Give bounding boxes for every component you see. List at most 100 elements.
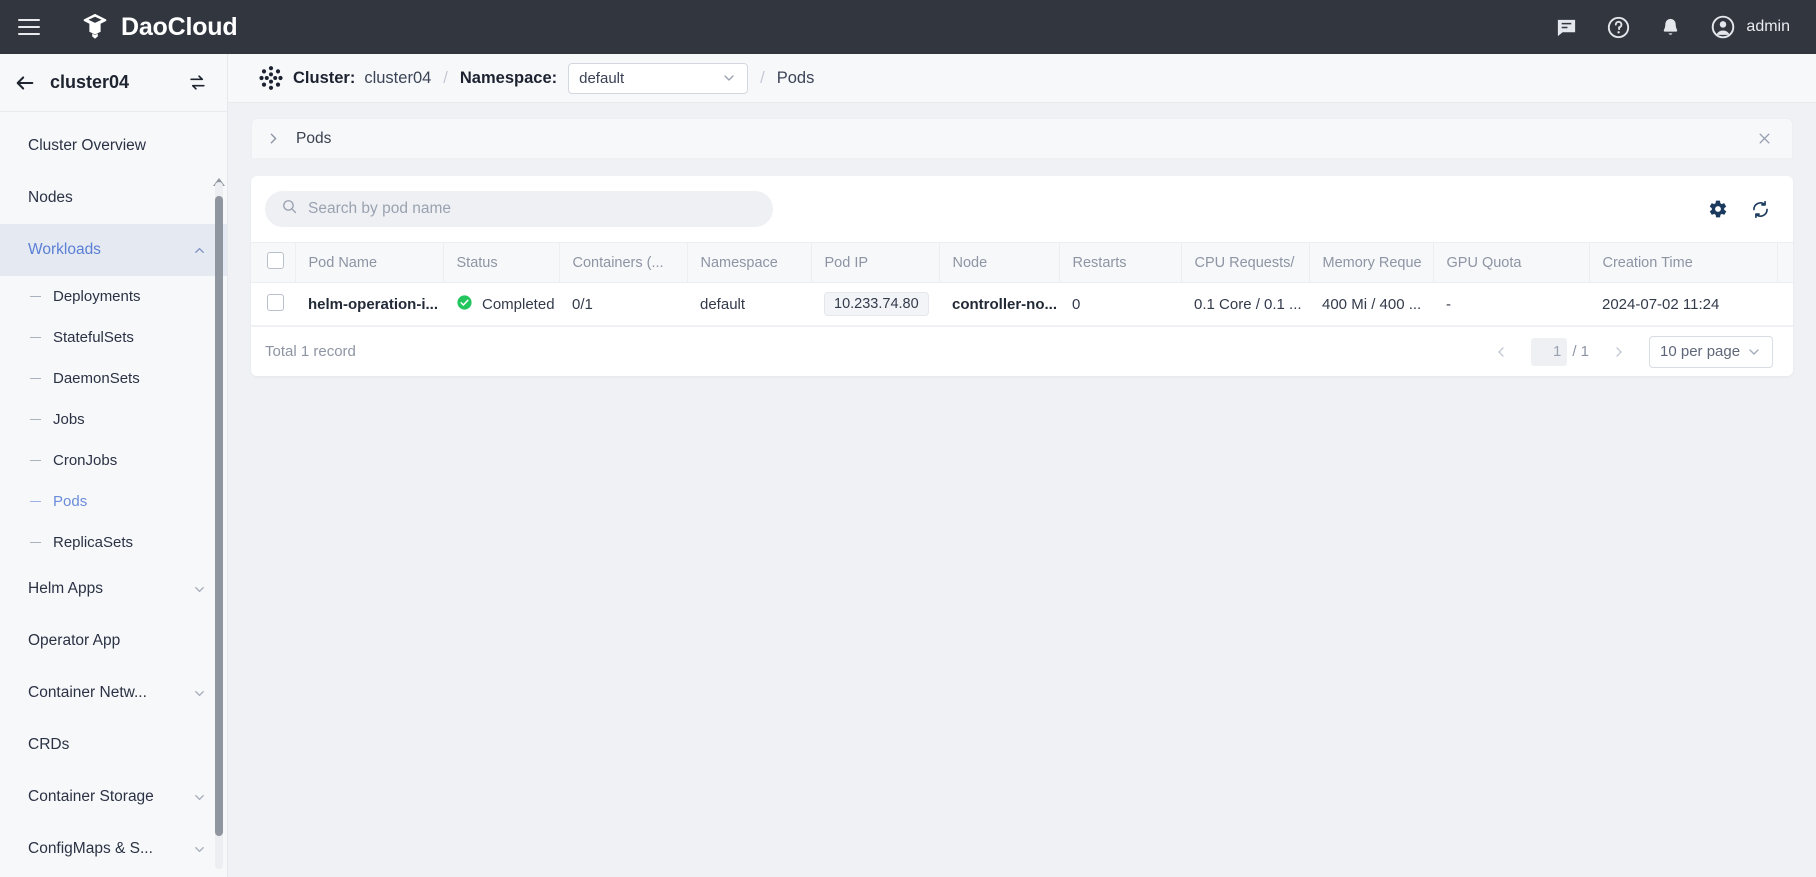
pods-table: Pod Name Status Containers (... Namespac… — [251, 242, 1793, 326]
gear-icon[interactable] — [1708, 199, 1728, 219]
bell-icon[interactable] — [1659, 16, 1682, 39]
close-icon[interactable] — [1757, 131, 1772, 146]
sidebar-item-workloads[interactable]: Workloads — [0, 224, 227, 276]
column-header-pod-name[interactable]: Pod Name — [295, 243, 443, 283]
sidebar-item-crds[interactable]: CRDs — [0, 719, 227, 771]
toolbar-icon-group — [1708, 199, 1771, 220]
bullet-dash-icon — [30, 296, 41, 298]
per-page-select[interactable]: 10 per page — [1649, 336, 1773, 368]
column-header-status[interactable]: Status — [443, 243, 559, 283]
cell-restarts: 0 — [1059, 283, 1181, 326]
table-row[interactable]: helm-operation-i... Completed — [251, 283, 1793, 326]
sidebar-item-configmaps-secrets[interactable]: ConfigMaps & S... — [0, 823, 227, 875]
panel-title: Pods — [296, 130, 331, 148]
sidebar-item-label: DaemonSets — [53, 370, 140, 387]
sidebar-item-container-storage[interactable]: Container Storage — [0, 771, 227, 823]
sidebar-item-deployments[interactable]: Deployments — [0, 276, 227, 317]
bullet-dash-icon — [30, 542, 41, 544]
page-number-input[interactable]: 1 — [1531, 338, 1567, 366]
table-header-row: Pod Name Status Containers (... Namespac… — [251, 243, 1793, 283]
namespace-select[interactable]: default — [568, 63, 748, 94]
back-arrow-icon[interactable] — [14, 72, 36, 94]
sidebar-item-nodes[interactable]: Nodes — [0, 172, 227, 224]
chevron-right-icon[interactable] — [265, 130, 282, 147]
column-header-creation-time[interactable]: Creation Time — [1589, 243, 1777, 283]
column-header-restarts[interactable]: Restarts — [1059, 243, 1181, 283]
sidebar-scrollbar-thumb[interactable] — [215, 196, 223, 836]
sidebar-item-label: Operator App — [28, 632, 120, 650]
switch-cluster-icon[interactable] — [188, 73, 207, 92]
node-link[interactable]: controller-no... — [952, 296, 1057, 313]
bullet-dash-icon — [30, 460, 41, 462]
sidebar-item-label: Workloads — [28, 241, 101, 259]
pods-table-card: Pod Name Status Containers (... Namespac… — [251, 176, 1793, 376]
sidebar-item-cluster-overview[interactable]: Cluster Overview — [0, 120, 227, 172]
sidebar: cluster04 Cluster Overview Nodes Workloa… — [0, 54, 228, 877]
column-header-namespace[interactable]: Namespace — [687, 243, 811, 283]
cell-pod-name: helm-operation-i... — [295, 283, 443, 326]
sidebar-item-daemonsets[interactable]: DaemonSets — [0, 358, 227, 399]
main-content: Cluster: cluster04 / Namespace: default … — [228, 54, 1816, 877]
sidebar-item-label: Container Storage — [28, 788, 154, 806]
sidebar-item-operator-app[interactable]: Operator App — [0, 615, 227, 667]
row-select-cell — [251, 283, 295, 326]
sidebar-item-label: CronJobs — [53, 452, 117, 469]
sidebar-item-jobs[interactable]: Jobs — [0, 399, 227, 440]
cell-memory-requests: 400 Mi / 400 ... — [1309, 283, 1433, 326]
sidebar-item-label: Helm Apps — [28, 580, 103, 598]
column-header-cpu-requests[interactable]: CPU Requests/ — [1181, 243, 1309, 283]
table-pagination: Total 1 record 1 / 1 10 pe — [251, 326, 1793, 376]
bullet-dash-icon — [30, 337, 41, 339]
breadcrumb-cluster-label: Cluster: — [293, 69, 355, 88]
chevron-left-icon[interactable] — [1485, 344, 1517, 360]
total-records-label: Total 1 record — [265, 343, 356, 360]
message-icon[interactable] — [1555, 16, 1578, 39]
hamburger-icon[interactable] — [18, 14, 44, 40]
row-checkbox[interactable] — [267, 294, 284, 311]
breadcrumb-cluster-value[interactable]: cluster04 — [364, 69, 431, 88]
search-box[interactable] — [265, 191, 773, 227]
refresh-icon[interactable] — [1750, 199, 1771, 220]
top-navigation-bar: DaoCloud admin — [0, 0, 1816, 54]
brand-logo[interactable]: DaoCloud — [80, 12, 237, 42]
sidebar-item-pods[interactable]: Pods — [0, 481, 227, 522]
breadcrumb-namespace-label: Namespace: — [460, 69, 557, 88]
column-header-gpu-quota[interactable]: GPU Quota — [1433, 243, 1589, 283]
sidebar-item-label: Nodes — [28, 189, 73, 207]
cell-namespace: default — [687, 283, 811, 326]
pod-ip-badge: 10.233.74.80 — [824, 292, 929, 316]
column-header-node[interactable]: Node — [939, 243, 1059, 283]
column-header-containers[interactable]: Containers (... — [559, 243, 687, 283]
user-avatar-icon — [1710, 14, 1736, 40]
select-all-header — [251, 243, 295, 283]
cell-gpu-quota: - — [1433, 283, 1589, 326]
cell-node: controller-no... — [939, 283, 1059, 326]
status-label: Completed — [482, 296, 555, 313]
table-toolbar — [251, 176, 1793, 242]
sidebar-cluster-name: cluster04 — [50, 72, 129, 93]
chevron-down-icon — [192, 582, 207, 597]
sidebar-item-statefulsets[interactable]: StatefulSets — [0, 317, 227, 358]
cell-cpu-requests: 0.1 Core / 0.1 ... — [1181, 283, 1309, 326]
sidebar-header: cluster04 — [0, 54, 227, 112]
sidebar-item-label: Cluster Overview — [28, 137, 146, 155]
namespace-select-value: default — [579, 70, 624, 87]
sidebar-item-container-network[interactable]: Container Netw... — [0, 667, 227, 719]
bullet-dash-icon — [30, 378, 41, 380]
column-header-pod-ip[interactable]: Pod IP — [811, 243, 939, 283]
pod-name-link[interactable]: helm-operation-i... — [308, 296, 438, 313]
help-icon[interactable] — [1606, 15, 1631, 40]
breadcrumb-page: Pods — [777, 69, 815, 88]
search-input[interactable] — [308, 200, 757, 218]
pagination-controls: 1 / 1 10 per page — [1485, 336, 1773, 368]
chevron-down-icon — [192, 790, 207, 805]
sidebar-item-replicasets[interactable]: ReplicaSets — [0, 522, 227, 563]
sidebar-item-helm-apps[interactable]: Helm Apps — [0, 563, 227, 615]
sidebar-item-cronjobs[interactable]: CronJobs — [0, 440, 227, 481]
chevron-right-icon[interactable] — [1603, 344, 1635, 360]
kebab-menu-icon[interactable] — [1790, 295, 1793, 313]
column-header-memory-requests[interactable]: Memory Reque — [1309, 243, 1433, 283]
user-menu[interactable]: admin — [1710, 14, 1790, 40]
select-all-checkbox[interactable] — [267, 252, 284, 269]
sidebar-item-label: CRDs — [28, 736, 69, 754]
